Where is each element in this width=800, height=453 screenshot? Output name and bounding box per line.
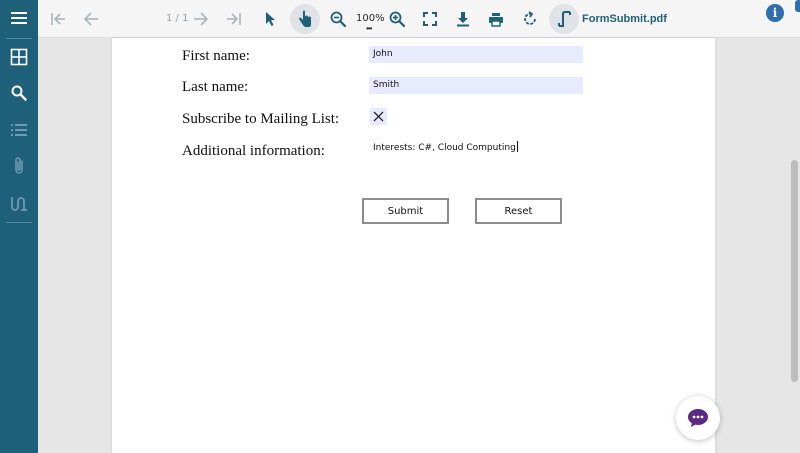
print-icon[interactable] — [485, 0, 507, 38]
attachment-icon[interactable] — [0, 148, 38, 184]
side-tab[interactable] — [795, 0, 800, 12]
first-name-field[interactable]: John — [369, 46, 583, 63]
last-page-icon[interactable] — [222, 0, 246, 38]
page-indicator[interactable]: 1 / 1 — [166, 0, 188, 38]
reset-button[interactable]: Reset — [475, 198, 562, 224]
outline-icon[interactable] — [0, 112, 38, 148]
scrollbar-thumb[interactable] — [791, 160, 798, 382]
thumbnails-icon[interactable] — [0, 39, 38, 75]
text-caret — [516, 141, 518, 152]
last-name-label: Last name: — [182, 79, 249, 95]
menu-icon[interactable] — [0, 0, 38, 36]
chat-button[interactable] — [676, 396, 720, 440]
select-tool-icon[interactable] — [260, 0, 282, 38]
search-icon[interactable] — [0, 75, 38, 111]
previous-page-icon[interactable] — [79, 0, 103, 38]
rotate-icon[interactable] — [519, 0, 541, 38]
additional-info-label: Additional information: — [182, 143, 325, 159]
file-name: FormSubmit.pdf — [582, 13, 667, 25]
sidebar-divider — [6, 222, 32, 223]
additional-info-field[interactable]: Interests: C#, Cloud Computing — [373, 141, 518, 153]
first-name-label: First name: — [182, 48, 250, 64]
next-page-icon[interactable] — [189, 0, 213, 38]
form-designer-icon[interactable] — [549, 4, 579, 34]
checkmark-x-icon — [373, 111, 384, 122]
zoom-in-icon[interactable] — [386, 0, 408, 38]
fit-page-icon[interactable] — [419, 0, 441, 38]
first-page-icon[interactable] — [46, 0, 70, 38]
subscribe-label: Subscribe to Mailing List: — [182, 111, 340, 127]
submit-button[interactable]: Submit — [362, 198, 449, 224]
subscribe-checkbox[interactable] — [370, 108, 387, 125]
signature-icon[interactable] — [0, 185, 38, 221]
chat-icon — [688, 409, 708, 427]
left-sidebar — [0, 0, 38, 453]
pdf-page: First name: John Last name: Smith Subscr… — [112, 38, 715, 453]
hand-tool-icon[interactable] — [290, 4, 320, 34]
zoom-menu-dots[interactable]: ••• — [366, 24, 372, 33]
download-icon[interactable] — [452, 0, 474, 38]
last-name-field[interactable]: Smith — [369, 77, 583, 94]
zoom-level[interactable]: 100% — [356, 13, 385, 24]
additional-info-text: Interests: C#, Cloud Computing — [373, 143, 516, 153]
zoom-out-icon[interactable] — [327, 0, 349, 38]
info-icon[interactable]: i — [766, 4, 784, 22]
toolbar: 1 / 1 100% ••• FormSubmit.pdf i — [38, 0, 800, 38]
